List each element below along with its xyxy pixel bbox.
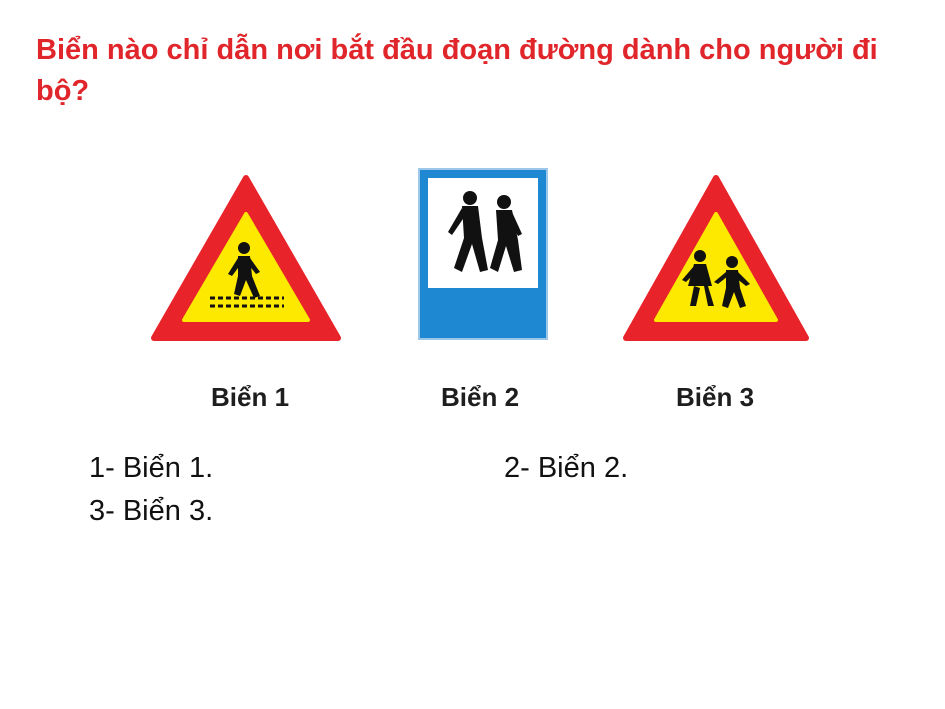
sign-1-label: Biển 1 [211,382,290,412]
question-text: Biển nào chỉ dẫn nơi bắt đầu đoạn đường … [36,34,878,107]
option-2[interactable]: 2- Biển 2. [504,452,628,485]
option-3[interactable]: 3- Biển 3. [89,495,213,528]
sign-2-label: Biển 2 [441,382,520,412]
sign-3-label: Biển 3 [676,382,755,412]
option-1[interactable]: 1- Biển 1. [89,452,213,485]
sign-3 [620,172,812,344]
children-crossing-warning-icon [623,175,809,341]
pedestrian-path-info-icon [418,168,548,340]
sign-2 [418,168,548,340]
pedestrian-crossing-warning-icon [151,175,341,341]
sign-1 [148,172,344,344]
